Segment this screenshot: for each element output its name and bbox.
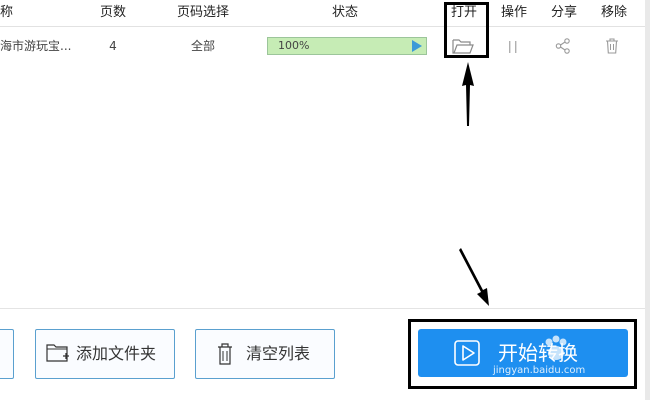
trash-icon	[216, 342, 234, 370]
row-page-selection[interactable]: 全部	[175, 27, 231, 65]
annotation-highlight-start	[408, 319, 637, 389]
column-header-status[interactable]: 状态	[325, 0, 365, 26]
folder-add-icon	[46, 342, 70, 368]
row-page-count: 4	[109, 39, 117, 53]
row-file-name: 海市游玩宝...	[0, 39, 72, 53]
column-header-share[interactable]: 分享	[544, 0, 584, 26]
column-header-name[interactable]: 称	[0, 0, 20, 26]
annotation-arrow-up-icon	[462, 62, 474, 126]
add-folder-label: 添加文件夹	[76, 344, 157, 363]
column-header-operate[interactable]: 操作	[494, 0, 534, 26]
scrollbar[interactable]	[645, 0, 650, 400]
trash-icon[interactable]	[604, 37, 620, 59]
annotation-highlight-open	[444, 2, 489, 58]
pause-icon[interactable]	[508, 39, 518, 58]
column-header-page-selection[interactable]: 页码选择	[170, 0, 236, 26]
share-icon[interactable]	[555, 38, 571, 58]
play-icon[interactable]	[412, 40, 422, 52]
status-progress-bar: 100%	[267, 37, 427, 55]
clear-list-button[interactable]: 清空列表	[195, 329, 335, 379]
partial-left-button[interactable]	[0, 329, 14, 379]
table-row[interactable]: 海市游玩宝... 4 全部 100%	[0, 27, 645, 65]
column-header-pages[interactable]: 页数	[95, 0, 131, 26]
clear-list-label: 清空列表	[246, 344, 311, 363]
column-header-remove[interactable]: 移除	[594, 0, 634, 26]
table-header: 称 页数 页码选择 状态 打开 操作 分享 移除	[0, 0, 650, 27]
add-folder-button[interactable]: 添加文件夹	[35, 329, 175, 379]
annotation-arrow-down-icon	[459, 248, 489, 306]
progress-text: 100%	[278, 39, 310, 52]
